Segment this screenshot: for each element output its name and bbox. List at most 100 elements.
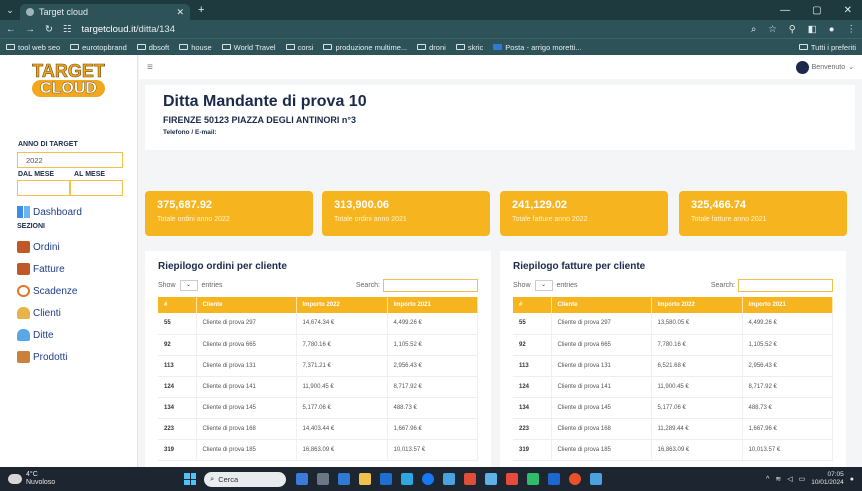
- search-input[interactable]: [738, 279, 833, 292]
- table-row[interactable]: 319 Cliente di prova 185 16,863.09 €10,013…: [513, 439, 833, 461]
- sidebar-item-fatture[interactable]: Fatture: [17, 263, 65, 275]
- browser-tab[interactable]: Target cloud ✕: [20, 4, 190, 20]
- table-row[interactable]: 223 Cliente di prova 168 11,289.44 €1,667.…: [513, 418, 833, 440]
- profile-icon[interactable]: ●: [829, 24, 835, 35]
- sidebar-item-ditte[interactable]: Ditte: [17, 329, 54, 341]
- zoom-icon[interactable]: ⌕: [751, 24, 756, 35]
- taskbar-search[interactable]: ⌕ Cerca: [204, 471, 286, 487]
- star-icon[interactable]: ☆: [768, 24, 777, 35]
- sidebar-item-scadenze[interactable]: Scadenze: [17, 285, 77, 297]
- logo[interactable]: TARGET CLOUD: [24, 62, 114, 98]
- new-tab-icon[interactable]: +: [198, 4, 204, 16]
- app-page: TARGET CLOUD ANNO DI TARGET 2022 DAL MES…: [0, 55, 862, 467]
- bookmark-5[interactable]: corsi: [285, 43, 313, 52]
- app-icon[interactable]: [548, 473, 560, 485]
- volume-icon[interactable]: ◁: [787, 475, 792, 483]
- bookmark-6[interactable]: produzione multime...: [323, 43, 407, 52]
- anno-input[interactable]: 2022: [17, 152, 123, 168]
- table-row[interactable]: 319 Cliente di prova 185 16,863.09 €10,013…: [158, 439, 478, 461]
- table-row[interactable]: 113 Cliente di prova 131 6,521.68 €2,956.4…: [513, 355, 833, 377]
- table-row[interactable]: 92 Cliente di prova 665 7,780.16 €1,105.52…: [513, 334, 833, 356]
- app-icon[interactable]: [443, 473, 455, 485]
- start-icon[interactable]: [184, 473, 196, 485]
- table-row[interactable]: 55 Cliente di prova 297 13,580.05 €4,499.2…: [513, 313, 833, 335]
- table-row[interactable]: 124 Cliente di prova 141 11,900.45 €8,717.…: [158, 376, 478, 398]
- folder-icon: [323, 44, 333, 50]
- table-row[interactable]: 124 Cliente di prova 141 11,900.45 €8,717.…: [513, 376, 833, 398]
- taskview-icon[interactable]: [296, 473, 308, 485]
- sidepanel-icon[interactable]: ◧: [808, 24, 817, 35]
- kpi-label: Totale fatture anno 2021: [691, 216, 767, 223]
- app-icon[interactable]: [590, 473, 602, 485]
- sidebar-item-dashboard[interactable]: Dashboard: [17, 206, 82, 218]
- url-field[interactable]: targetcloud.it/ditta/134: [82, 24, 741, 35]
- sezioni-label: SEZIONI: [17, 223, 46, 230]
- close-window-icon[interactable]: ✕: [844, 5, 852, 16]
- close-tab-icon[interactable]: ✕: [176, 7, 184, 18]
- hamburger-icon[interactable]: ≡: [147, 62, 153, 73]
- table-row[interactable]: 113 Cliente di prova 131 7,371.21 €2,956.4…: [158, 355, 478, 377]
- minimize-icon[interactable]: —: [780, 5, 790, 16]
- app-icon[interactable]: [464, 473, 476, 485]
- reload-icon[interactable]: ↻: [45, 24, 53, 35]
- restore-icon[interactable]: ▢: [812, 5, 821, 16]
- app-icon[interactable]: [380, 473, 392, 485]
- notification-icon[interactable]: ●: [850, 476, 854, 483]
- table-row[interactable]: 134 Cliente di prova 145 5,177.06 €488.73 …: [158, 397, 478, 419]
- all-bookmarks[interactable]: Tutti i preferiti: [798, 43, 856, 52]
- bookmark-0[interactable]: tool web seo: [6, 43, 60, 52]
- chrome-icon[interactable]: [569, 473, 581, 485]
- bookmark-1[interactable]: eurotopbrand: [70, 43, 127, 52]
- app-icon[interactable]: [506, 473, 518, 485]
- sidebar-item-clienti[interactable]: Clienti: [17, 307, 61, 319]
- table-row[interactable]: 223 Cliente di prova 168 14,403.44 €1,667.…: [158, 418, 478, 440]
- al-mese-input[interactable]: [70, 180, 123, 196]
- facebook-icon[interactable]: [422, 473, 434, 485]
- back-icon[interactable]: ←: [6, 24, 16, 35]
- table-row[interactable]: 134 Cliente di prova 145 5,177.06 €488.73 …: [513, 397, 833, 419]
- col-header-importo-2021[interactable]: Importo 2021: [387, 297, 478, 313]
- bookmark-4[interactable]: World Travel: [221, 43, 276, 52]
- app-icon[interactable]: [485, 473, 497, 485]
- app-icon[interactable]: [338, 473, 350, 485]
- page-size-select[interactable]: ⌄: [179, 280, 198, 291]
- app-icon[interactable]: [317, 473, 329, 485]
- col-header-importo-2021[interactable]: Importo 2021: [742, 297, 833, 313]
- explorer-icon[interactable]: [359, 473, 371, 485]
- bookmark-9[interactable]: Posta - arrigo moretti...: [493, 43, 582, 52]
- sidebar-item-ordini[interactable]: Ordini: [17, 241, 60, 253]
- col-header-importo-2022[interactable]: Importo 2022: [651, 297, 743, 313]
- bookmark-8[interactable]: skric: [455, 43, 483, 52]
- cell-importo-2021: 8,717.92 €: [742, 376, 833, 398]
- table-row[interactable]: 92 Cliente di prova 665 7,780.16 €1,105.52…: [158, 334, 478, 356]
- chevron-up-icon[interactable]: ^: [766, 476, 769, 483]
- battery-icon[interactable]: ▭: [799, 475, 806, 483]
- user-menu[interactable]: Benvenuto ⌄: [795, 60, 854, 74]
- site-info-icon[interactable]: ☷: [63, 24, 72, 35]
- ditta-contact: Telefono / E-mail:: [163, 129, 217, 136]
- app-icon[interactable]: [527, 473, 539, 485]
- menu-kebab-icon[interactable]: ⋮: [847, 24, 857, 35]
- col-header-cliente[interactable]: Cliente: [196, 297, 297, 313]
- extensions-icon[interactable]: ⚲: [789, 24, 796, 35]
- bookmark-3[interactable]: house: [179, 43, 212, 52]
- col-header-id[interactable]: #: [513, 297, 552, 313]
- clock[interactable]: 07:05 10/01/2024: [811, 471, 844, 487]
- col-header-importo-2022[interactable]: Importo 2022: [296, 297, 388, 313]
- search-input[interactable]: [383, 279, 478, 292]
- user-label: Benvenuto: [811, 63, 846, 71]
- wifi-icon[interactable]: ≋: [775, 475, 781, 483]
- weather-widget[interactable]: 4°C Nuvoloso: [0, 471, 180, 487]
- cell-importo-2022: 14,403.44 €: [296, 418, 388, 440]
- bookmark-7[interactable]: droni: [417, 43, 446, 52]
- dal-mese-input[interactable]: [17, 180, 70, 196]
- col-header-id[interactable]: #: [158, 297, 197, 313]
- page-size-select[interactable]: ⌄: [534, 280, 553, 291]
- edge-icon[interactable]: [401, 473, 413, 485]
- bookmark-2[interactable]: dbsoft: [136, 43, 169, 52]
- col-header-cliente[interactable]: Cliente: [551, 297, 652, 313]
- table-row[interactable]: 55 Cliente di prova 297 14,674.34 €4,499.2…: [158, 313, 478, 335]
- sidebar-item-prodotti[interactable]: Prodotti: [17, 351, 67, 363]
- tab-list-icon[interactable]: ⌄: [0, 5, 20, 16]
- forward-icon[interactable]: →: [26, 24, 36, 35]
